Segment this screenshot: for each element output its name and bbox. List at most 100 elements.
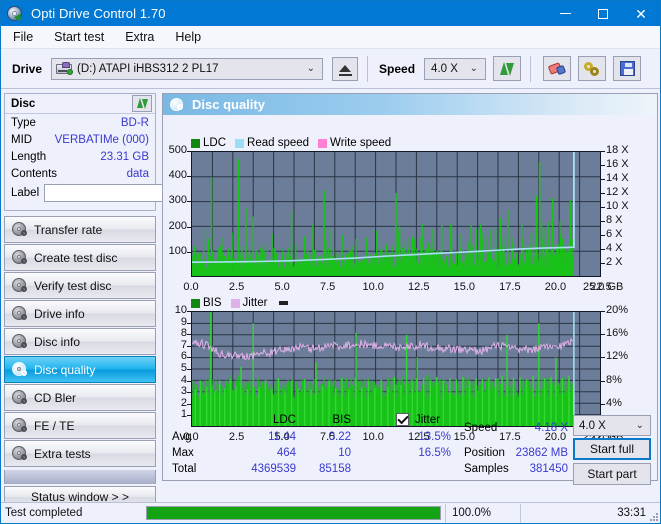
sidebar-item-cd-bler[interactable]: CD Bler (4, 384, 156, 411)
disc-value-contents: data (126, 167, 149, 180)
sidebar-item-fe-te[interactable]: FE / TE (4, 412, 156, 439)
menu-item-extra[interactable]: Extra (116, 28, 163, 46)
test-speed-value: 4.0 X (579, 419, 606, 432)
close-icon[interactable]: ✕ (622, 1, 660, 26)
app-window: Opti Drive Control 1.70 ✕ File Start tes… (0, 0, 661, 524)
axis-tick (187, 403, 191, 405)
axis-tick (601, 165, 605, 166)
sidebar-item-disc-info[interactable]: Disc info (4, 328, 156, 355)
settings-button[interactable] (578, 56, 607, 81)
stats-header-ldc: LDC (272, 414, 296, 426)
speed-label: Speed (379, 61, 416, 76)
disc-info-title: Disc (11, 97, 36, 110)
menu-item-help[interactable]: Help (166, 28, 210, 46)
axis-tick (187, 357, 191, 359)
jitter-label: Jitter (415, 414, 440, 426)
stats-row-total-label: Total (172, 463, 197, 475)
erase-icon (547, 61, 567, 76)
sidebar-item-verify-test-disc[interactable]: Verify test disc (4, 272, 156, 299)
resize-grip-icon[interactable] (648, 511, 658, 521)
sidebar-item-disc-quality[interactable]: Disc quality (4, 356, 156, 383)
position-label: Position (464, 447, 505, 459)
legend-swatch-jitter (230, 298, 240, 308)
axis-tick-label: 4% (606, 396, 622, 409)
ldc-plot-area[interactable] (191, 151, 601, 277)
chevron-down-icon: ⌄ (635, 420, 644, 431)
axis-tick-label: 10 X (606, 200, 629, 212)
drive-label: Drive (12, 61, 43, 76)
speed-result-value: 4.18 X (534, 422, 568, 434)
elapsed-time: 33:31 (520, 503, 660, 523)
axis-tick-label: 12 X (606, 186, 629, 198)
axis-tick-label: 9 (180, 315, 187, 328)
axis-tick (601, 235, 605, 236)
minimize-icon[interactable] (546, 1, 584, 26)
maximize-icon[interactable] (584, 1, 622, 26)
axis-tick (601, 193, 605, 194)
axis-tick (601, 221, 605, 222)
toolbar-divider-1 (367, 55, 369, 82)
test-speed-select[interactable]: 4.0 X ⌄ (573, 415, 651, 436)
title-bar: Opti Drive Control 1.70 ✕ (1, 1, 660, 26)
speed-select-value: 4.0 X (431, 62, 458, 75)
window-controls: ✕ (546, 1, 660, 26)
sidebar-spacer (4, 470, 156, 484)
sidebar-item-label: FE / TE (34, 418, 75, 433)
legend-swatch-read-speed (235, 138, 245, 148)
sidebar-item-transfer-rate[interactable]: Transfer rate (4, 216, 156, 243)
drive-select[interactable]: (D:) ATAPI iHBS312 2 PL17 ⌄ (51, 57, 324, 80)
axis-tick-label: 12% (606, 350, 629, 363)
ldc-plot-svg (192, 152, 600, 276)
axis-tick (601, 403, 605, 405)
axis-tick-label: 200 (168, 219, 187, 232)
axis-tick (601, 207, 605, 208)
axis-tick-label: 400 (168, 169, 187, 182)
axis-tick-label: 4 (180, 373, 187, 386)
bis-plot-svg (192, 312, 600, 426)
axis-tick-label: 18 X (606, 144, 629, 156)
save-button[interactable] (613, 56, 642, 81)
axis-tick-label: 16% (606, 327, 629, 340)
menu-item-file[interactable]: File (4, 28, 42, 46)
panel-header: Disc quality (163, 94, 657, 115)
axis-tick (187, 322, 191, 324)
axis-tick (601, 179, 605, 180)
eject-button[interactable] (332, 56, 359, 81)
ldc-chart-legend: LDC Read speed Write speed (191, 137, 397, 149)
disc-value-mid: VERBATIMe (000) (54, 133, 149, 146)
speed-select[interactable]: 4.0 X ⌄ (424, 57, 487, 80)
axis-tick-label: 8% (606, 373, 622, 386)
disc-info-header: Disc (5, 94, 155, 114)
disc-row-length: Length 23.31 GB (5, 148, 155, 165)
erase-button[interactable] (543, 56, 572, 81)
refresh-button[interactable] (493, 56, 522, 81)
jitter-checkbox[interactable] (396, 413, 409, 426)
sidebar-item-drive-info[interactable]: Drive info (4, 300, 156, 327)
legend-label-ldc: LDC (203, 137, 227, 149)
axis-tick-label: 5 (180, 362, 187, 374)
progress-bar (146, 506, 441, 520)
axis-tick-label: 6 (180, 350, 187, 363)
legend-marker-extra (279, 301, 289, 305)
sidebar-item-create-test-disc[interactable]: Create test disc (4, 244, 156, 271)
test-nav-list: Transfer rate Create test disc Verify te… (4, 216, 156, 467)
axis-tick (187, 151, 191, 152)
disc-label-row: Label (5, 182, 213, 204)
disc-refresh-button[interactable] (132, 95, 152, 112)
menu-item-start-test[interactable]: Start test (45, 28, 113, 46)
disc-key-contents: Contents (11, 167, 58, 180)
optical-drive-icon (56, 61, 74, 76)
axis-tick (187, 380, 191, 382)
legend-swatch-bis (191, 298, 200, 308)
axis-tick (187, 226, 191, 228)
axis-tick-label: 2 (180, 396, 187, 409)
axis-tick-label: 8 X (606, 214, 623, 226)
axis-tick-label: 15.0 (453, 281, 476, 293)
axis-tick (601, 357, 605, 359)
start-part-button[interactable]: Start part (573, 463, 651, 485)
start-full-button[interactable]: Start full (573, 438, 651, 460)
axis-tick-label: 7.5 (320, 281, 336, 293)
sidebar-item-extra-tests[interactable]: Extra tests (4, 440, 156, 467)
axis-tick-label: 12.5 (408, 281, 430, 293)
disc-icon (12, 334, 27, 349)
